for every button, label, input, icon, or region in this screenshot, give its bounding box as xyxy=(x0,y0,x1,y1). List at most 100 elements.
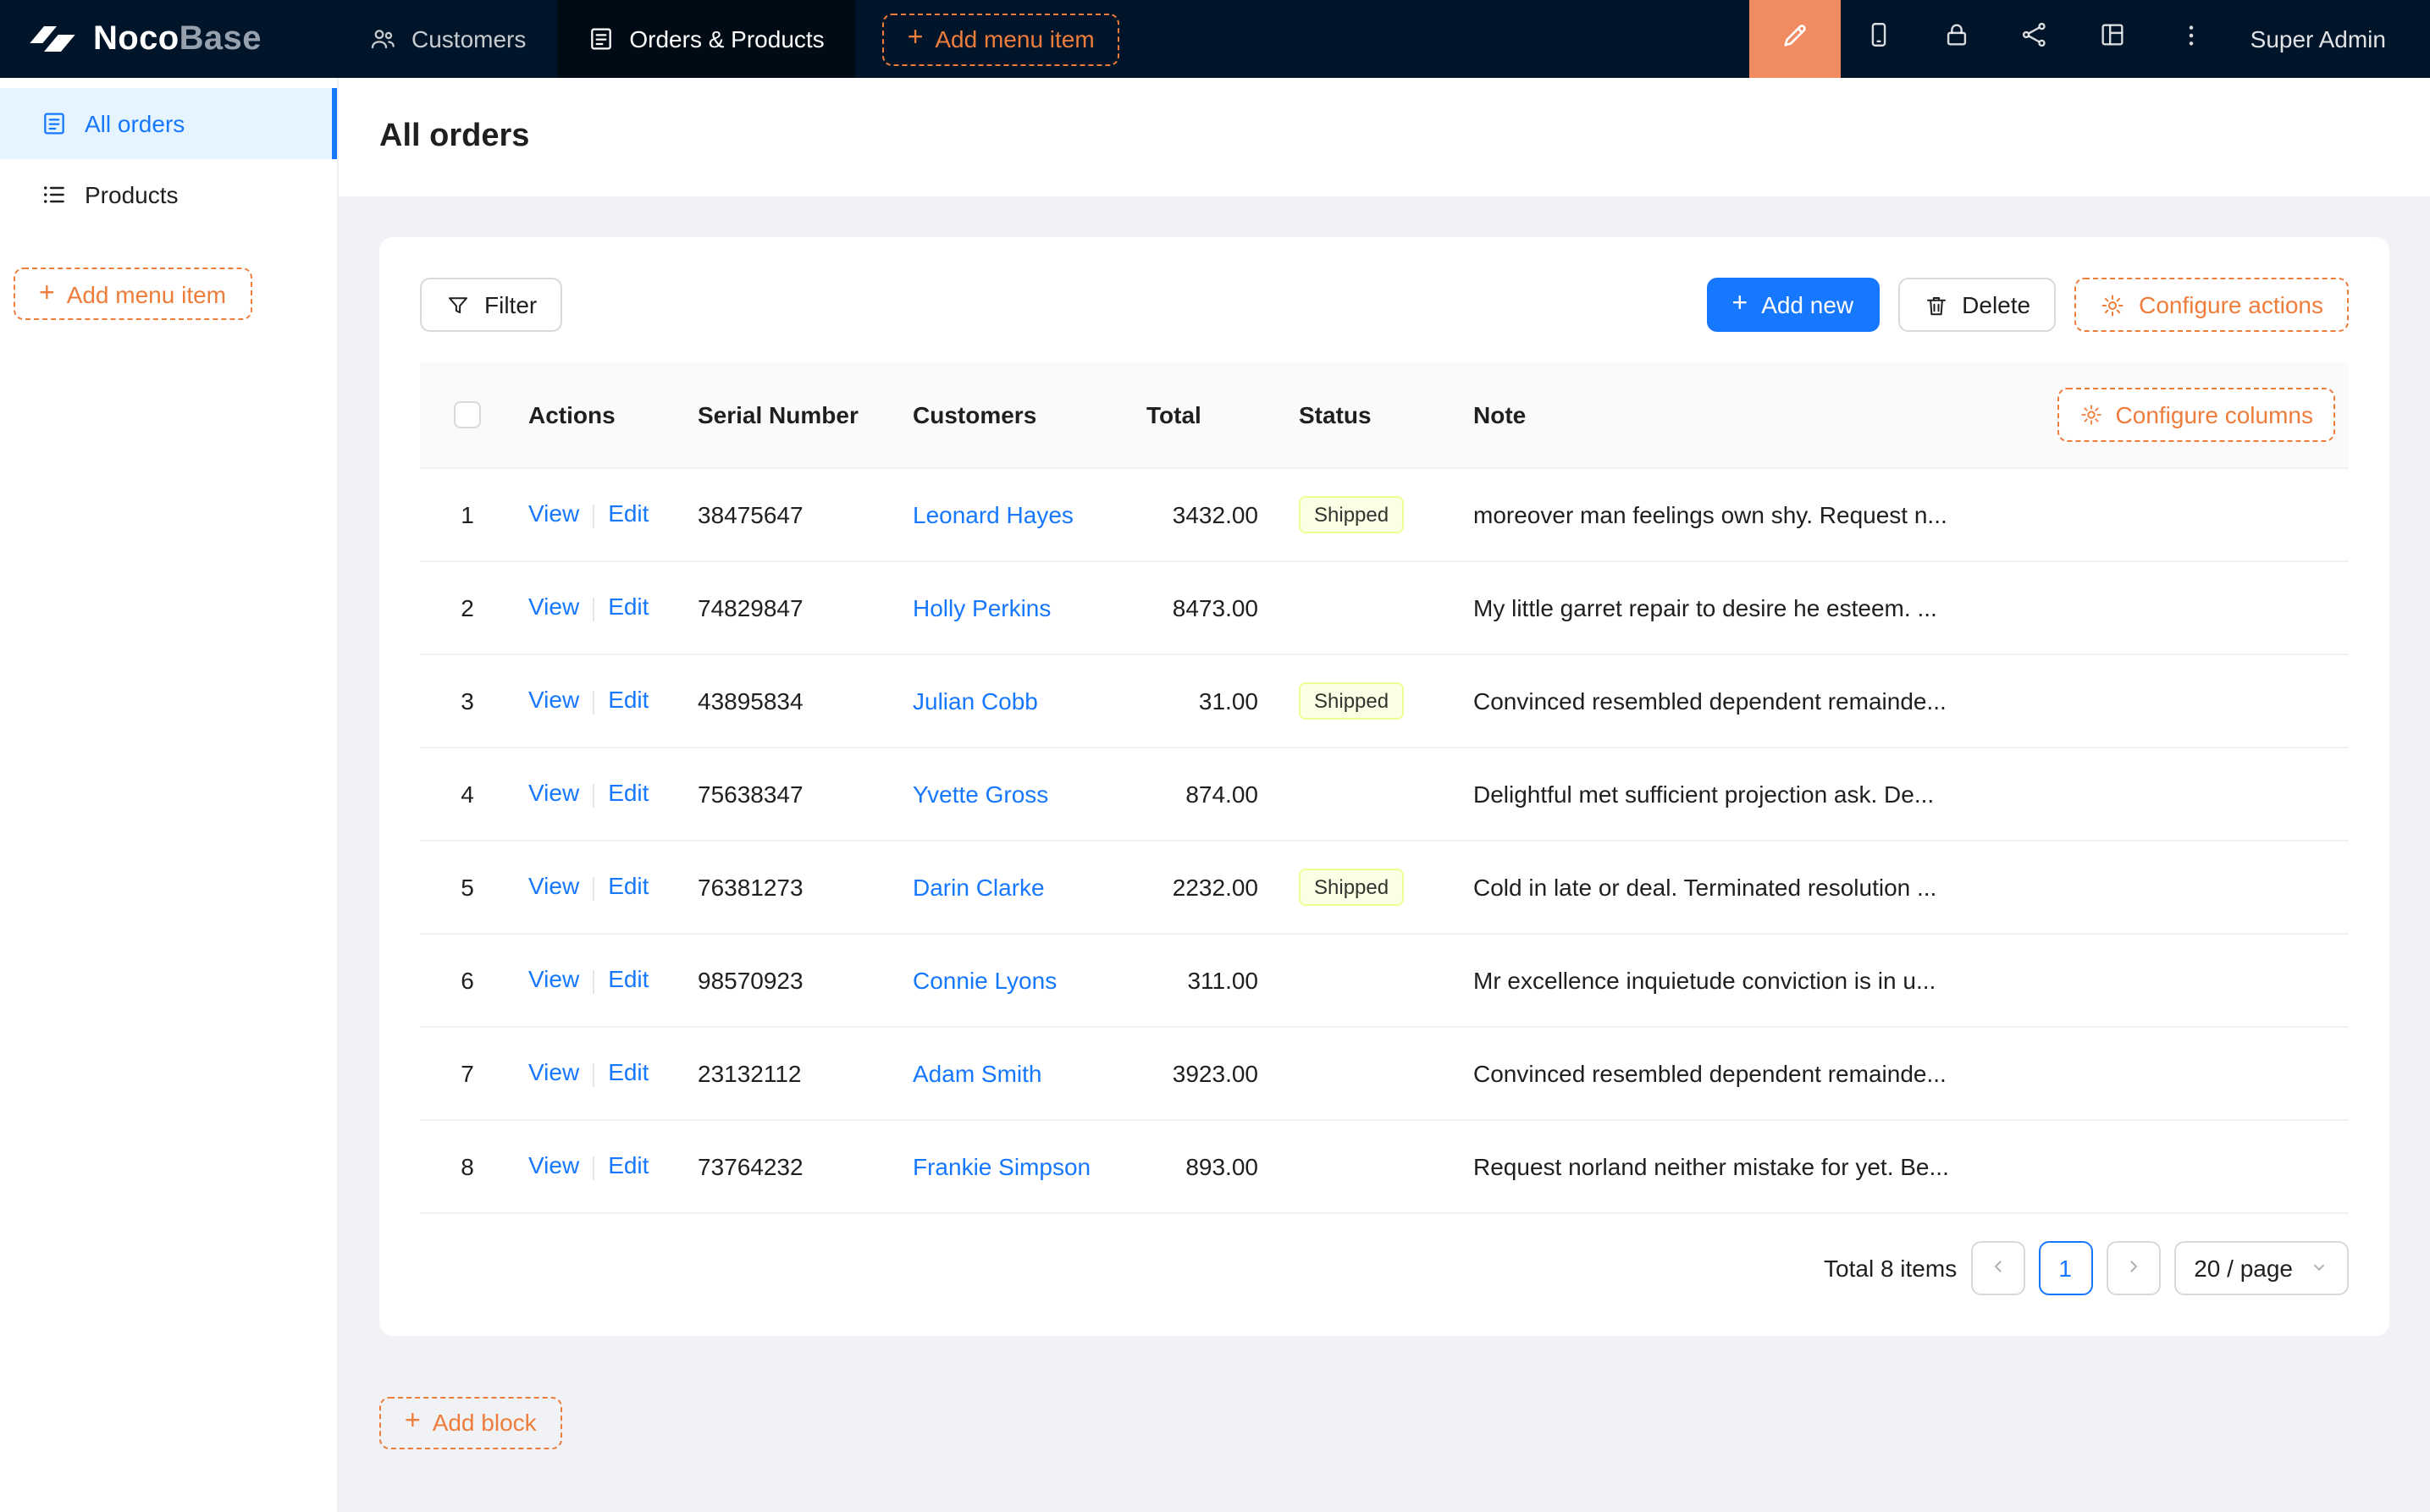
column-header-actions: Actions xyxy=(515,362,684,467)
filter-button[interactable]: Filter xyxy=(420,278,562,332)
add-block-button[interactable]: + Add block xyxy=(379,1396,562,1449)
status-badge: Shipped xyxy=(1299,682,1404,719)
customer-link[interactable]: Leonard Hayes xyxy=(913,500,1074,527)
user-name: Super Admin xyxy=(2251,25,2386,52)
total-cell: 8473.00 xyxy=(1133,560,1285,654)
pagination-page-1-button[interactable]: 1 xyxy=(2038,1240,2092,1294)
sidebar: All orders Products + Add menu item xyxy=(0,78,339,1512)
customer-link[interactable]: Connie Lyons xyxy=(913,966,1057,993)
add-menu-item-button-header[interactable]: + Add menu item xyxy=(882,13,1120,65)
configure-columns-button[interactable]: Configure columns xyxy=(2058,388,2335,442)
status-badge: Shipped xyxy=(1299,868,1404,905)
nav-item-orders-products[interactable]: Orders & Products xyxy=(556,0,854,78)
customer-link[interactable]: Darin Clarke xyxy=(913,873,1045,900)
total-cell: 2232.00 xyxy=(1133,840,1285,933)
plus-icon: + xyxy=(39,280,55,307)
chevron-left-icon xyxy=(1987,1254,2008,1281)
view-link[interactable]: View xyxy=(528,780,579,807)
delete-label: Delete xyxy=(1962,291,2030,318)
note-cell: Delightful met sufficient projection ask… xyxy=(1460,747,2027,840)
action-separator xyxy=(593,876,594,900)
header-actions: Super Admin xyxy=(1749,0,2430,78)
logo-text: NocoBase xyxy=(93,19,262,58)
view-link[interactable]: View xyxy=(528,1059,579,1086)
customer-link[interactable]: Adam Smith xyxy=(913,1059,1042,1086)
table-row: 8 ViewEdit 73764232 Frankie Simpson 893.… xyxy=(420,1119,2349,1212)
note-cell: Cold in late or deal. Terminated resolut… xyxy=(1460,840,2027,933)
view-link[interactable]: View xyxy=(528,593,579,621)
trash-icon xyxy=(1923,292,1948,317)
total-cell: 31.00 xyxy=(1133,654,1285,747)
edit-link[interactable]: Edit xyxy=(608,1059,649,1086)
add-menu-item-label: Add menu item xyxy=(67,280,226,307)
table-row: 5 ViewEdit 76381273 Darin Clarke 2232.00… xyxy=(420,840,2349,933)
view-link[interactable]: View xyxy=(528,873,579,900)
add-block-label: Add block xyxy=(433,1409,537,1436)
configure-actions-button[interactable]: Configure actions xyxy=(2074,278,2349,332)
page-content: Filter + Add new Delete xyxy=(339,196,2430,1512)
plus-icon: + xyxy=(1732,291,1748,318)
select-all-checkbox[interactable] xyxy=(454,401,481,428)
designer-pen-icon xyxy=(1780,19,1810,58)
column-header-customers: Customers xyxy=(899,362,1133,467)
edit-link[interactable]: Edit xyxy=(608,873,649,900)
api-connections-button[interactable] xyxy=(1996,0,2074,78)
user-menu[interactable]: Super Admin xyxy=(2230,0,2430,78)
view-link[interactable]: View xyxy=(528,1152,579,1179)
filter-label: Filter xyxy=(484,291,537,318)
edit-link[interactable]: Edit xyxy=(608,1152,649,1179)
note-cell: Convinced resembled dependent remainde..… xyxy=(1460,654,2027,747)
customer-link[interactable]: Frankie Simpson xyxy=(913,1152,1091,1179)
view-link[interactable]: View xyxy=(528,500,579,527)
plugin-settings-button[interactable] xyxy=(2074,0,2152,78)
orders-products-icon xyxy=(587,25,614,52)
orders-file-icon xyxy=(41,110,68,137)
view-link[interactable]: View xyxy=(528,966,579,993)
customer-link[interactable]: Julian Cobb xyxy=(913,687,1038,714)
add-menu-item-button-sidebar[interactable]: + Add menu item xyxy=(14,268,251,320)
edit-link[interactable]: Edit xyxy=(608,687,649,714)
row-index: 7 xyxy=(420,1026,515,1119)
home-logo[interactable]: NocoBase xyxy=(0,0,339,78)
note-cell: Request norland neither mistake for yet.… xyxy=(1460,1119,2027,1212)
filter-funnel-icon xyxy=(445,292,471,317)
table-row: 7 ViewEdit 23132112 Adam Smith 3923.00 C… xyxy=(420,1026,2349,1119)
mobile-icon xyxy=(1865,20,1894,58)
edit-link[interactable]: Edit xyxy=(608,500,649,527)
table-row: 1 ViewEdit 38475647 Leonard Hayes 3432.0… xyxy=(420,467,2349,560)
total-cell: 874.00 xyxy=(1133,747,1285,840)
pagination-next-button[interactable] xyxy=(2106,1240,2160,1294)
customer-link[interactable]: Yvette Gross xyxy=(913,780,1048,807)
delete-button[interactable]: Delete xyxy=(1897,278,2056,332)
row-index: 4 xyxy=(420,747,515,840)
table-toolbar: Filter + Add new Delete xyxy=(420,278,2349,332)
edit-link[interactable]: Edit xyxy=(608,966,649,993)
layout-icon xyxy=(2099,20,2128,58)
customers-icon xyxy=(369,25,396,52)
action-separator xyxy=(593,504,594,527)
security-button[interactable] xyxy=(1919,0,1996,78)
plus-icon: + xyxy=(405,1409,421,1436)
more-button[interactable] xyxy=(2152,0,2230,78)
app-header: NocoBase Customers Orders & Products + A… xyxy=(0,0,2430,78)
lock-icon xyxy=(1943,20,1972,58)
action-separator xyxy=(593,597,594,621)
pagination-prev-button[interactable] xyxy=(1970,1240,2024,1294)
nocobase-logo-icon xyxy=(27,19,78,59)
page-size-select[interactable]: 20 / page xyxy=(2173,1240,2349,1294)
add-new-button[interactable]: + Add new xyxy=(1707,278,1880,332)
row-index: 2 xyxy=(420,560,515,654)
action-separator xyxy=(593,690,594,714)
sidebar-item-all-orders[interactable]: All orders xyxy=(0,88,337,159)
ui-editor-button[interactable] xyxy=(1749,0,1841,78)
nav-item-customers[interactable]: Customers xyxy=(339,0,556,78)
edit-link[interactable]: Edit xyxy=(608,593,649,621)
main-area: All orders Filter + xyxy=(339,78,2430,1512)
view-link[interactable]: View xyxy=(528,687,579,714)
sidebar-item-products[interactable]: Products xyxy=(0,159,337,230)
row-index: 5 xyxy=(420,840,515,933)
customer-link[interactable]: Holly Perkins xyxy=(913,593,1051,621)
serial-cell: 43895834 xyxy=(684,654,899,747)
mobile-client-button[interactable] xyxy=(1841,0,1919,78)
edit-link[interactable]: Edit xyxy=(608,780,649,807)
